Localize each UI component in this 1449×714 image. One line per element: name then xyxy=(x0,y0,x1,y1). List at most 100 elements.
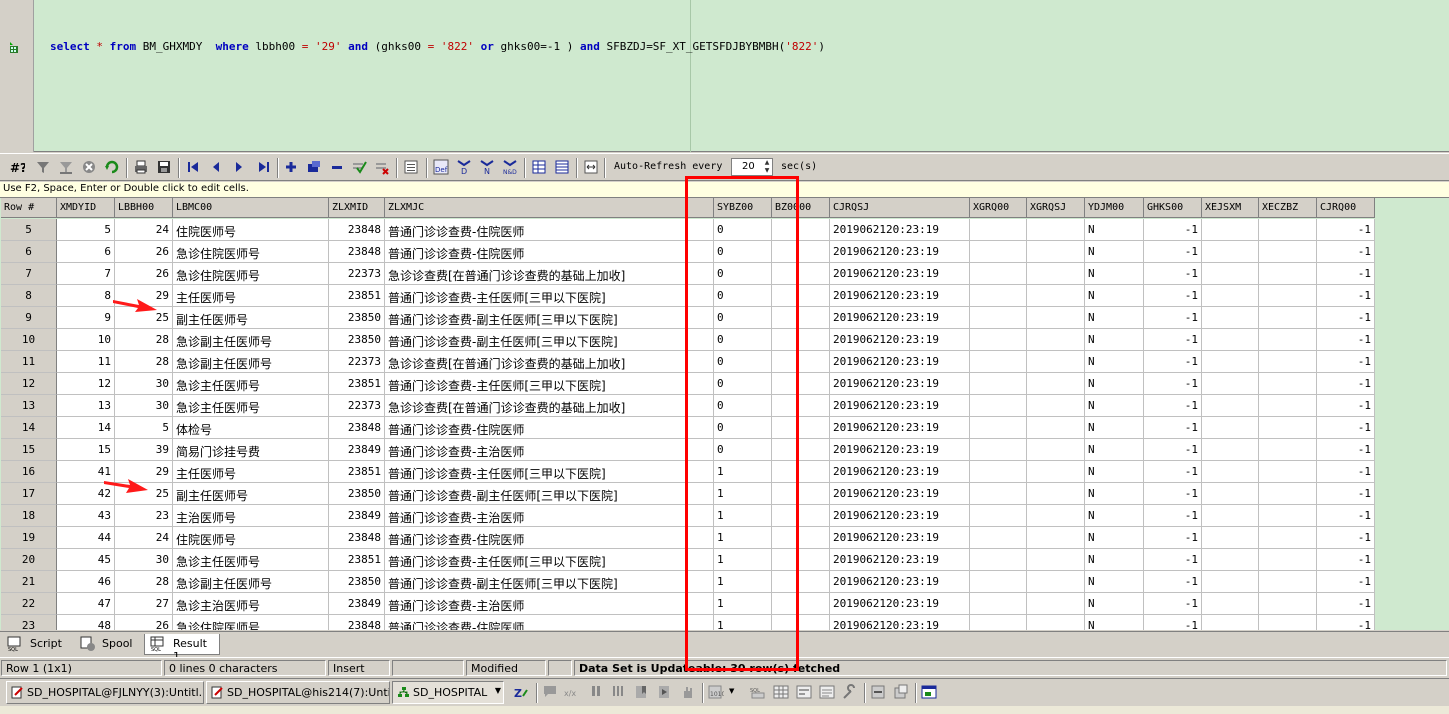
table-cell[interactable] xyxy=(1202,615,1259,630)
table-cell[interactable] xyxy=(1027,395,1085,417)
table-cell[interactable] xyxy=(970,219,1027,241)
table-cell[interactable] xyxy=(1027,439,1085,461)
column-header[interactable]: GHKS00 xyxy=(1144,198,1202,218)
toggle-case-icon[interactable]: Z xyxy=(513,684,529,700)
duplicate-record-icon[interactable] xyxy=(305,158,323,176)
table-cell[interactable]: N xyxy=(1085,417,1144,439)
table-cell[interactable]: 14 xyxy=(57,417,115,439)
table-cell[interactable] xyxy=(970,527,1027,549)
table-cell[interactable] xyxy=(1027,241,1085,263)
table-cell[interactable]: 47 xyxy=(57,593,115,615)
cancel-changes-icon[interactable] xyxy=(373,158,391,176)
table-cell[interactable] xyxy=(1259,307,1317,329)
table-cell[interactable]: 39 xyxy=(115,439,173,461)
binary-icon[interactable]: 1010 xyxy=(708,684,724,700)
table-cell[interactable]: 0 xyxy=(714,395,772,417)
table-cell[interactable]: -1 xyxy=(1144,483,1202,505)
table-cell[interactable] xyxy=(1259,351,1317,373)
refresh-icon[interactable] xyxy=(103,158,121,176)
last-record-icon[interactable] xyxy=(255,158,273,176)
table-cell[interactable]: 急诊住院医师号 xyxy=(173,615,329,630)
table-cell[interactable] xyxy=(1259,615,1317,630)
def-icon[interactable]: Def xyxy=(432,158,450,176)
table-cell[interactable]: 0 xyxy=(714,351,772,373)
table-cell[interactable]: 2019062120:23:19 xyxy=(830,395,970,417)
table-cell[interactable]: -1 xyxy=(1144,417,1202,439)
table-cell[interactable] xyxy=(772,395,830,417)
column-header[interactable]: SYBZ00 xyxy=(714,198,772,218)
table-cell[interactable]: 23850 xyxy=(329,329,385,351)
result-grid[interactable]: Row # XMDYID LBBH00 LBMC00 ZLXMID ZLXMJC SYBZ0… xyxy=(0,197,1449,630)
table-cell[interactable]: 23851 xyxy=(329,549,385,571)
table-cell[interactable] xyxy=(1027,593,1085,615)
table-cell[interactable] xyxy=(772,373,830,395)
table-cell[interactable] xyxy=(1259,417,1317,439)
table-cell[interactable]: 11 xyxy=(57,351,115,373)
table-cell[interactable]: 2019062120:23:19 xyxy=(830,593,970,615)
table-cell[interactable]: 0 xyxy=(714,219,772,241)
table-cell[interactable]: 主任医师号 xyxy=(173,461,329,483)
row-number[interactable]: 22 xyxy=(1,593,57,615)
table-cell[interactable]: 23851 xyxy=(329,373,385,395)
table-cell[interactable] xyxy=(772,307,830,329)
table-cell[interactable] xyxy=(970,395,1027,417)
table-cell[interactable]: 副主任医师号 xyxy=(173,483,329,505)
table-cell[interactable] xyxy=(1259,549,1317,571)
table-cell[interactable] xyxy=(772,351,830,373)
table-cell[interactable]: 普通门诊诊查费-主任医师[三甲以下医院] xyxy=(385,285,714,307)
table-cell[interactable] xyxy=(772,219,830,241)
table-cell[interactable] xyxy=(1202,263,1259,285)
tab-result-1[interactable]: SQL Result 1 xyxy=(144,634,220,663)
row-number[interactable]: 23 xyxy=(1,615,57,630)
sql-editor[interactable]: select * from BM_GHXMDY where lbbh00 = '… xyxy=(0,0,1449,152)
table-cell[interactable]: 急诊副主任医师号 xyxy=(173,571,329,593)
table-cell[interactable]: 普通门诊诊查费-副主任医师[三甲以下医院] xyxy=(385,483,714,505)
table-cell[interactable]: 急诊诊查费[在普通门诊诊查费的基础上加收] xyxy=(385,263,714,285)
import-icon[interactable] xyxy=(893,684,909,700)
post-changes-icon[interactable] xyxy=(350,158,368,176)
table-cell[interactable]: 普通门诊诊查费-主任医师[三甲以下医院] xyxy=(385,373,714,395)
table-cell[interactable]: -1 xyxy=(1317,263,1375,285)
table-cell[interactable]: -1 xyxy=(1317,285,1375,307)
row-number[interactable]: 11 xyxy=(1,351,57,373)
table-cell[interactable] xyxy=(1202,439,1259,461)
column-header[interactable]: ZLXMID xyxy=(329,198,385,218)
table-cell[interactable] xyxy=(1027,571,1085,593)
table-cell[interactable]: 2019062120:23:19 xyxy=(830,241,970,263)
table-cell[interactable]: 48 xyxy=(57,615,115,630)
table-cell[interactable]: 8 xyxy=(57,285,115,307)
delete-record-icon[interactable] xyxy=(328,158,346,176)
table-cell[interactable]: 28 xyxy=(115,351,173,373)
table-cell[interactable]: 5 xyxy=(57,219,115,241)
table-cell[interactable]: 23850 xyxy=(329,307,385,329)
table-cell[interactable] xyxy=(772,593,830,615)
table-cell[interactable] xyxy=(970,439,1027,461)
print-icon[interactable] xyxy=(132,158,150,176)
table-cell[interactable] xyxy=(772,263,830,285)
table-cell[interactable]: 普通门诊诊查费-副主任医师[三甲以下医院] xyxy=(385,307,714,329)
table-cell[interactable]: N xyxy=(1085,593,1144,615)
comment-icon[interactable] xyxy=(542,684,558,700)
table-cell[interactable]: 1 xyxy=(714,615,772,630)
table-cell[interactable]: 0 xyxy=(714,307,772,329)
table-cell[interactable] xyxy=(1027,351,1085,373)
column-header[interactable]: BZ0000 xyxy=(772,198,830,218)
table-cell[interactable] xyxy=(772,461,830,483)
hand-icon[interactable] xyxy=(680,684,696,700)
save-icon[interactable] xyxy=(155,158,173,176)
table-cell[interactable] xyxy=(1202,527,1259,549)
table-cell[interactable] xyxy=(970,571,1027,593)
table-cell[interactable]: -1 xyxy=(1317,241,1375,263)
table-cell[interactable] xyxy=(772,241,830,263)
table-cell[interactable]: 23849 xyxy=(329,439,385,461)
row-number[interactable]: 15 xyxy=(1,439,57,461)
table-cell[interactable]: 15 xyxy=(57,439,115,461)
table-cell[interactable]: -1 xyxy=(1317,615,1375,630)
table-cell[interactable] xyxy=(772,549,830,571)
column-header[interactable]: XGRQ00 xyxy=(970,198,1027,218)
table-cell[interactable] xyxy=(970,417,1027,439)
table-cell[interactable] xyxy=(970,263,1027,285)
table-cell[interactable]: 23851 xyxy=(329,461,385,483)
table-cell[interactable] xyxy=(970,549,1027,571)
single-record-view-icon[interactable] xyxy=(402,158,420,176)
